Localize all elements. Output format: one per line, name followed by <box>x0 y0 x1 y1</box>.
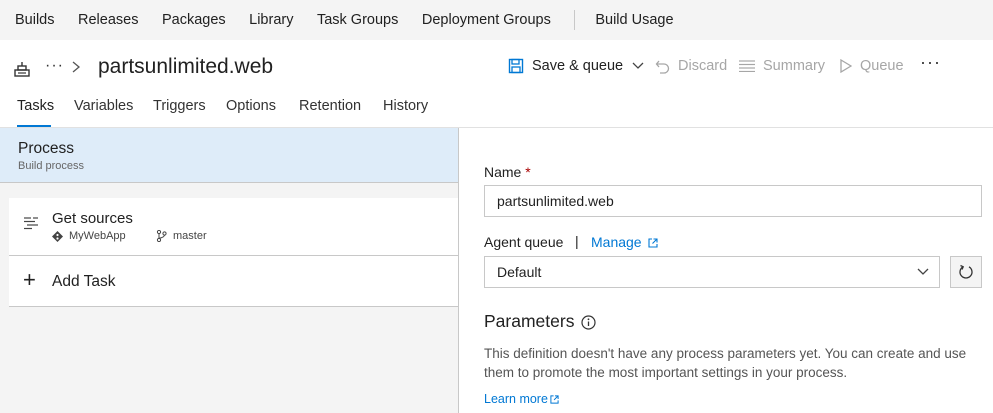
queue-label: Queue <box>860 58 904 74</box>
parameters-heading: Parameters <box>484 311 575 331</box>
nav-build-usage[interactable]: Build Usage <box>595 12 673 28</box>
nav-builds[interactable]: Builds <box>15 12 55 28</box>
undo-icon <box>655 60 670 74</box>
breadcrumb-more-button[interactable]: ··· <box>45 57 64 75</box>
branch-icon <box>156 230 167 242</box>
active-tab-indicator <box>17 125 51 127</box>
save-icon <box>508 58 524 74</box>
chevron-down-icon <box>917 268 929 275</box>
agent-queue-label: Agent queue <box>484 234 564 250</box>
nav-task-groups[interactable]: Task Groups <box>317 12 398 28</box>
label-separator: | <box>575 233 579 249</box>
external-link-icon <box>550 395 559 404</box>
refresh-icon <box>959 264 973 279</box>
nav-deployment-groups[interactable]: Deployment Groups <box>422 12 551 28</box>
tab-retention[interactable]: Retention <box>299 98 361 114</box>
plus-icon: + <box>23 267 36 292</box>
list-icon <box>739 60 755 72</box>
learn-more-link[interactable]: Learn more <box>484 392 559 406</box>
info-icon[interactable] <box>581 315 596 330</box>
name-label: Name * <box>484 164 531 180</box>
summary-label: Summary <box>763 58 826 74</box>
top-nav: Builds Releases Packages Library Task Gr… <box>0 0 993 40</box>
get-sources-title: Get sources <box>52 210 133 227</box>
more-actions-button[interactable]: ··· <box>920 51 941 73</box>
tab-triggers[interactable]: Triggers <box>153 98 206 114</box>
required-marker: * <box>525 164 531 180</box>
refresh-button[interactable] <box>950 256 982 288</box>
process-details-panel: Name * partsunlimited.web Agent queue | … <box>460 128 993 413</box>
nav-library[interactable]: Library <box>249 12 293 28</box>
save-and-queue-label: Save & queue <box>532 58 624 74</box>
queue-button[interactable]: Queue <box>840 55 904 77</box>
process-subtitle: Build process <box>18 160 85 172</box>
parameters-description: This definition doesn't have any process… <box>484 346 967 380</box>
get-sources-item[interactable]: Get sources MyWebApp master <box>9 198 458 256</box>
nav-releases[interactable]: Releases <box>78 12 138 28</box>
agent-queue-value: Default <box>497 264 542 280</box>
nav-packages[interactable]: Packages <box>162 12 226 28</box>
build-definition-icon <box>14 62 30 77</box>
tab-variables[interactable]: Variables <box>74 98 133 114</box>
tab-history[interactable]: History <box>383 98 428 114</box>
summary-button[interactable]: Summary <box>739 55 825 77</box>
chevron-right-icon <box>72 61 81 73</box>
manage-link[interactable]: Manage <box>591 234 658 250</box>
discard-button[interactable]: Discard <box>655 55 727 77</box>
save-and-queue-button[interactable]: Save & queue <box>508 55 644 77</box>
branch-name: master <box>173 230 207 242</box>
git-repo-icon <box>52 231 63 242</box>
tab-bar: Tasks Variables Triggers Options Retenti… <box>0 94 993 128</box>
agent-queue-select[interactable]: Default <box>484 256 940 288</box>
definition-header: ··· partsunlimited.web Save & queue Disc… <box>0 40 993 94</box>
play-icon <box>840 59 852 73</box>
discard-label: Discard <box>678 58 728 74</box>
add-task-button[interactable]: + Add Task <box>9 256 458 307</box>
external-link-icon <box>648 238 658 248</box>
definition-title: partsunlimited.web <box>98 55 274 78</box>
process-item[interactable]: Process Build process <box>0 128 458 183</box>
tab-options[interactable]: Options <box>226 98 276 114</box>
add-task-label: Add Task <box>52 273 116 290</box>
repository-name: MyWebApp <box>69 230 126 242</box>
nav-separator <box>574 10 576 30</box>
get-sources-icon <box>24 217 38 230</box>
chevron-down-icon <box>632 62 644 69</box>
name-input[interactable]: partsunlimited.web <box>484 185 982 217</box>
task-list-panel: Process Build process Get sources MyWebA… <box>0 128 459 413</box>
process-title: Process <box>18 140 74 157</box>
tab-tasks[interactable]: Tasks <box>17 98 54 114</box>
